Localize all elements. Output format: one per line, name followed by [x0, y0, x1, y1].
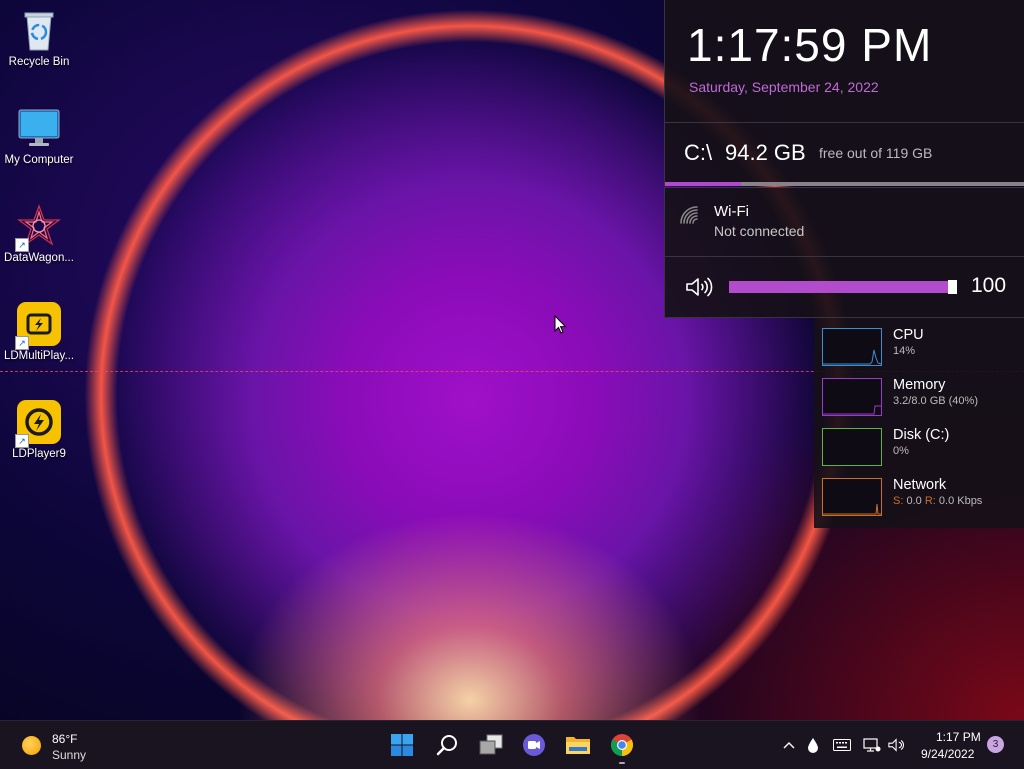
- clock-time: 1:17:59 PM: [687, 19, 933, 71]
- search-icon: [436, 735, 457, 756]
- taskbar-clock-date[interactable]: 9/24/2022: [921, 747, 974, 761]
- desktop-icon-my-computer[interactable]: My Computer: [0, 106, 78, 166]
- wifi-status: Not connected: [714, 223, 805, 239]
- perf-value: 14%: [893, 345, 916, 357]
- chat-icon: [523, 734, 545, 756]
- volume-value: 100: [971, 274, 1007, 297]
- perf-value: 3.2/8.0 GB (40%): [893, 395, 978, 407]
- disk-usage-bar: [665, 182, 1024, 186]
- chevron-up-icon[interactable]: [780, 736, 798, 754]
- perf-value: S: 0.0 R: 0.0 Kbps: [893, 495, 982, 507]
- disk-free-space: 94.2 GB: [725, 140, 806, 165]
- weather-temperature: 86°F: [52, 732, 78, 746]
- network-send-value: 0.0: [906, 495, 922, 507]
- perf-row-cpu[interactable]: CPU 14%: [814, 318, 1024, 366]
- monitor-icon: [17, 106, 61, 150]
- keyboard-icon[interactable]: [833, 736, 851, 754]
- ldplayer-icon: ↗: [15, 400, 61, 448]
- desktop-icon-ldmultiplayer[interactable]: ↗ LDMultiPlay...: [0, 302, 78, 362]
- recycle-bin-icon: [17, 8, 61, 52]
- wifi-widget[interactable]: Wi-Fi Not connected: [664, 187, 1024, 256]
- disk-graph: [822, 428, 882, 466]
- desktop-icon-label: My Computer: [4, 154, 74, 166]
- weather-condition: Sunny: [52, 748, 87, 762]
- notification-badge[interactable]: 3: [987, 736, 1004, 753]
- disk-capacity-text: free out of 119 GB: [819, 145, 933, 161]
- desktop-icon-recycle-bin[interactable]: Recycle Bin: [0, 8, 78, 68]
- desktop-icon-label: Recycle Bin: [8, 56, 70, 68]
- volume-slider-fill: [729, 281, 948, 293]
- chrome-icon: [611, 734, 633, 756]
- volume-slider-thumb[interactable]: [948, 280, 957, 294]
- network-send-label: S:: [893, 495, 904, 507]
- desktop-icon-label: LDMultiPlay...: [3, 350, 75, 362]
- network-receive-value: 0.0 Kbps: [938, 495, 983, 507]
- perf-name: CPU: [893, 327, 924, 343]
- perf-name: Disk (C:): [893, 427, 950, 443]
- disk-widget: C:\ 94.2 GB free out of 119 GB: [664, 123, 1024, 186]
- sun-icon: [22, 736, 41, 755]
- running-indicator: [619, 762, 625, 764]
- taskbar: 86°F Sunny 1:17 PM 9/24/2022: [0, 720, 1024, 769]
- cpu-graph: [822, 328, 882, 366]
- file-explorer-icon: [566, 737, 590, 754]
- task-view-button[interactable]: [475, 729, 507, 761]
- perf-name: Network: [893, 477, 947, 493]
- shortcut-arrow-icon: ↗: [15, 238, 29, 252]
- shortcut-arrow-icon: ↗: [15, 336, 29, 350]
- desktop-icon-label: LDPlayer9: [12, 448, 66, 460]
- memory-graph: [822, 378, 882, 416]
- network-icon[interactable]: [863, 736, 881, 754]
- task-view-icon: [479, 734, 503, 755]
- network-graph: [822, 478, 882, 516]
- clock-widget: 1:17:59 PM Saturday, September 24, 2022: [664, 0, 1024, 123]
- file-explorer-button[interactable]: [562, 729, 594, 761]
- start-icon: [391, 734, 413, 756]
- performance-monitor-widget: CPU 14% Memory 3.2/8.0 GB (40%) Disk (C:…: [814, 318, 1024, 528]
- shortcut-arrow-icon: ↗: [15, 434, 29, 448]
- disk-drive-label: C:\: [684, 140, 713, 165]
- mouse-cursor-icon: [554, 314, 568, 339]
- perf-value: 0%: [893, 445, 909, 457]
- desktop-icon-ldplayer9[interactable]: ↗ LDPlayer9: [0, 400, 78, 460]
- wifi-name: Wi-Fi: [714, 203, 749, 220]
- desktop-icon-datawagon[interactable]: ↗ DataWagon...: [0, 204, 78, 264]
- network-receive-label: R:: [924, 495, 936, 507]
- search-button[interactable]: [431, 729, 463, 761]
- chat-button[interactable]: [518, 729, 550, 761]
- desktop-icon-label: DataWagon...: [4, 252, 74, 264]
- droplet-icon[interactable]: [804, 736, 822, 754]
- speaker-icon[interactable]: [685, 276, 713, 303]
- volume-icon[interactable]: [888, 736, 906, 754]
- disk-usage-fill: [665, 182, 741, 186]
- ldmultiplayer-icon: ↗: [15, 302, 61, 350]
- taskbar-clock-time[interactable]: 1:17 PM: [936, 730, 981, 744]
- datawagon-icon: ↗: [15, 204, 61, 252]
- perf-row-network[interactable]: Network S: 0.0 R: 0.0 Kbps: [814, 468, 1024, 516]
- perf-name: Memory: [893, 377, 946, 393]
- volume-widget: 100: [664, 256, 1024, 318]
- volume-slider[interactable]: [729, 280, 957, 294]
- perf-row-memory[interactable]: Memory 3.2/8.0 GB (40%): [814, 368, 1024, 416]
- chrome-button[interactable]: [606, 729, 638, 764]
- start-button[interactable]: [386, 729, 418, 761]
- wifi-icon: [679, 205, 701, 232]
- clock-date: Saturday, September 24, 2022: [689, 79, 879, 95]
- perf-row-disk[interactable]: Disk (C:) 0%: [814, 418, 1024, 466]
